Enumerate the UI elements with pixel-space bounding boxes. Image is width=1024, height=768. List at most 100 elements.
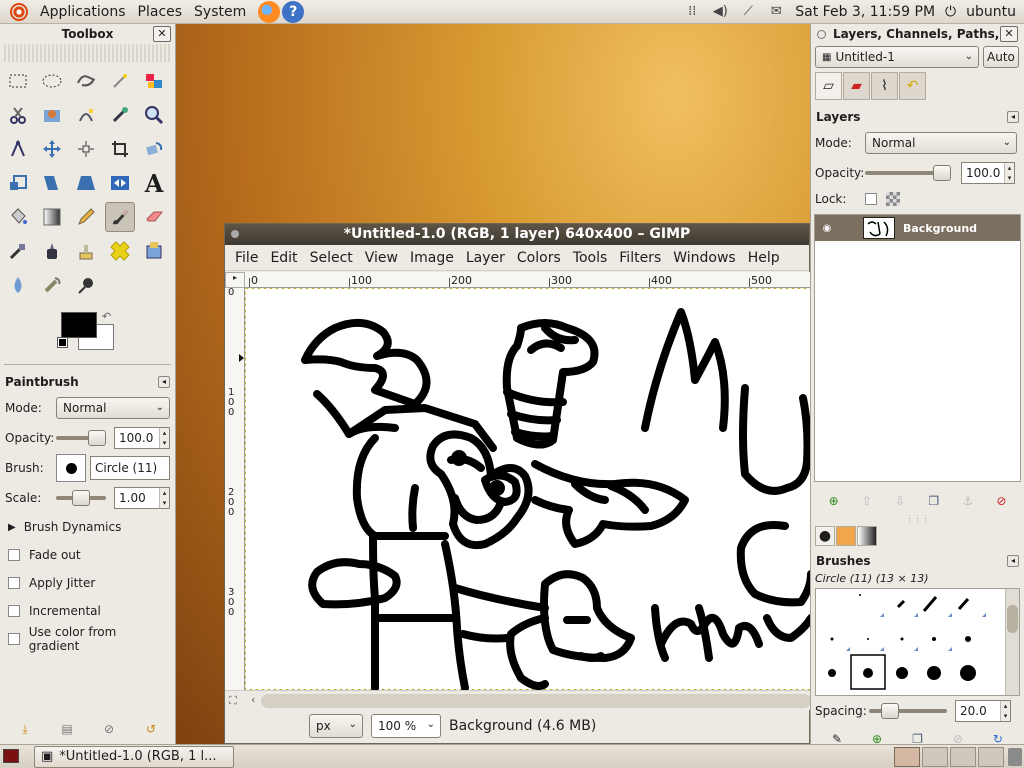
lock-alpha-checkbox[interactable]: [865, 193, 877, 205]
mode-combo[interactable]: Normal ⌄: [56, 397, 170, 419]
pencil-tool-icon[interactable]: [71, 202, 101, 232]
swap-colors-icon[interactable]: ↶: [102, 310, 111, 323]
workspace-3[interactable]: [950, 746, 976, 767]
fuzzy-select-tool-icon[interactable]: [105, 66, 135, 96]
layer-name[interactable]: Background: [903, 222, 977, 235]
tab-paths-icon[interactable]: ⌇: [871, 72, 898, 100]
close-icon[interactable]: ✕: [1000, 26, 1018, 42]
ink-tool-icon[interactable]: [37, 236, 67, 266]
magnify-tool-icon[interactable]: [139, 100, 169, 130]
horizontal-scrollbar[interactable]: ⛶ ‹: [225, 690, 811, 710]
workspace-switcher[interactable]: [894, 746, 1004, 767]
layer-row[interactable]: ◉ Background: [815, 215, 1020, 241]
incremental-row[interactable]: Incremental: [0, 597, 175, 625]
tab-menu-icon[interactable]: ◂: [158, 376, 170, 388]
brush-grid[interactable]: [815, 588, 1020, 696]
scale-slider[interactable]: [56, 490, 106, 506]
layer-opacity-slider[interactable]: [865, 165, 951, 181]
restore-options-icon[interactable]: ▤: [58, 720, 76, 738]
anchor-layer-icon[interactable]: ⚓: [962, 494, 973, 508]
tab-patterns-icon[interactable]: [836, 526, 856, 546]
image-selector-combo[interactable]: ▦ Untitled-1 ⌄: [815, 46, 979, 68]
brush-name-field[interactable]: Circle (11): [90, 456, 170, 480]
volume-icon[interactable]: ◀): [711, 4, 729, 19]
tab-menu-icon[interactable]: ◂: [1007, 555, 1019, 567]
apply-jitter-row[interactable]: Apply Jitter: [0, 569, 175, 597]
firefox-icon[interactable]: [258, 0, 281, 23]
move-tool-icon[interactable]: [37, 134, 67, 164]
keyboard-icon[interactable]: ⁞⁞: [683, 4, 701, 19]
slider-thumb[interactable]: [933, 165, 951, 181]
perspective-tool-icon[interactable]: [71, 168, 101, 198]
menu-view[interactable]: View: [359, 250, 404, 266]
menu-tools[interactable]: Tools: [567, 250, 614, 266]
crop-tool-icon[interactable]: [105, 134, 135, 164]
reset-options-icon[interactable]: ↺: [142, 720, 160, 738]
spin-arrows-icon[interactable]: ▴ ▾: [1004, 163, 1014, 183]
default-colors-icon[interactable]: [57, 337, 68, 348]
menu-layer[interactable]: Layer: [460, 250, 511, 266]
layer-list[interactable]: ◉ Background: [814, 214, 1021, 482]
blend-tool-icon[interactable]: [37, 202, 67, 232]
spin-arrows-icon[interactable]: ▴ ▾: [159, 488, 169, 508]
scrollbar-thumb[interactable]: [1007, 605, 1018, 633]
foreground-select-tool-icon[interactable]: [37, 100, 67, 130]
unit-combo[interactable]: px ⌄: [309, 714, 363, 738]
layer-mode-combo[interactable]: Normal ⌄: [865, 132, 1017, 154]
menu-select[interactable]: Select: [304, 250, 359, 266]
auto-button[interactable]: Auto: [983, 46, 1019, 68]
menu-system[interactable]: System: [188, 0, 252, 24]
lower-layer-icon[interactable]: ⇩: [895, 494, 905, 508]
fade-out-row[interactable]: Fade out: [0, 541, 175, 569]
raise-layer-icon[interactable]: ⇧: [862, 494, 872, 508]
spacing-spin[interactable]: 20.0 ▴ ▾: [955, 700, 1011, 722]
menu-help[interactable]: Help: [742, 250, 786, 266]
workspace-2[interactable]: [922, 746, 948, 767]
workspace-4[interactable]: [978, 746, 1004, 767]
tab-menu-icon[interactable]: ◂: [1007, 111, 1019, 123]
mail-icon[interactable]: ✉: [767, 4, 785, 19]
show-desktop-icon[interactable]: [3, 749, 19, 763]
spacing-slider[interactable]: [869, 703, 947, 719]
color-select-tool-icon[interactable]: [139, 66, 169, 96]
help-icon[interactable]: ?: [282, 0, 305, 23]
slider-thumb[interactable]: [88, 430, 106, 446]
duplicate-layer-icon[interactable]: ❐: [928, 494, 939, 508]
clock[interactable]: Sat Feb 3, 11:59 PM: [795, 4, 935, 20]
text-tool-icon[interactable]: A: [139, 168, 169, 198]
ubuntu-logo-icon[interactable]: [10, 2, 28, 21]
dodge-burn-tool-icon[interactable]: [71, 270, 101, 300]
scale-tool-icon[interactable]: [3, 168, 33, 198]
taskbar-item-gimp[interactable]: ▣ *Untitled-1.0 (RGB, 1 l...: [34, 745, 234, 768]
clone-tool-icon[interactable]: [71, 236, 101, 266]
ruler-corner-menu-icon[interactable]: ▸: [225, 272, 245, 288]
expander-triangle-icon[interactable]: ▶: [8, 522, 16, 533]
pane-separator-grip[interactable]: ⋮⋮⋮: [811, 515, 1024, 524]
brush-preview-button[interactable]: [56, 454, 86, 482]
window-menu-icon[interactable]: [817, 30, 826, 39]
shear-tool-icon[interactable]: [37, 168, 67, 198]
scale-spin[interactable]: 1.00 ▴ ▾: [114, 487, 170, 509]
menu-colors[interactable]: Colors: [511, 250, 567, 266]
rotate-tool-icon[interactable]: [139, 134, 169, 164]
scroll-left-icon[interactable]: ‹: [251, 693, 255, 706]
spin-arrows-icon[interactable]: ▴ ▾: [159, 428, 169, 448]
free-select-tool-icon[interactable]: [71, 66, 101, 96]
network-icon[interactable]: ⟋: [739, 4, 757, 19]
zoom-combo[interactable]: 100 % ⌄: [371, 714, 441, 738]
incremental-checkbox[interactable]: [8, 605, 20, 617]
navigate-icon[interactable]: ⛶: [229, 694, 237, 708]
horizontal-ruler[interactable]: 0 100 200 300 400 500: [245, 272, 811, 288]
tab-channels-icon[interactable]: ▰: [843, 72, 870, 100]
fade-out-checkbox[interactable]: [8, 549, 20, 561]
scissors-tool-icon[interactable]: [3, 100, 33, 130]
gradient-color-row[interactable]: Use color from gradient: [0, 625, 175, 653]
eraser-tool-icon[interactable]: [139, 202, 169, 232]
airbrush-tool-icon[interactable]: [3, 236, 33, 266]
heal-tool-icon[interactable]: [105, 236, 135, 266]
smudge-tool-icon[interactable]: [37, 270, 67, 300]
spin-arrows-icon[interactable]: ▴ ▾: [1000, 701, 1010, 721]
image-window-titlebar[interactable]: *Untitled-1.0 (RGB, 1 layer) 640x400 – G…: [225, 224, 809, 245]
new-layer-icon[interactable]: ⊕: [829, 494, 839, 508]
brush-dynamics-expander[interactable]: ▶ Brush Dynamics: [0, 513, 175, 541]
